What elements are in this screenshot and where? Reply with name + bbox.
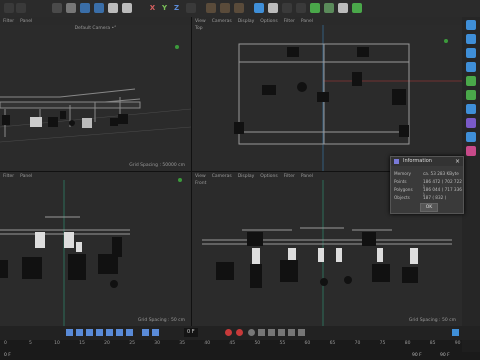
timeline-tick-label: 30 bbox=[154, 341, 160, 346]
timeline-tick-label: 40 bbox=[204, 341, 211, 346]
close-icon[interactable]: × bbox=[455, 158, 460, 165]
info-points-label: Points bbox=[394, 179, 407, 184]
deformer-icon[interactable] bbox=[310, 3, 320, 13]
recent-icon[interactable] bbox=[122, 3, 132, 13]
timeline-tick-label: 35 bbox=[179, 341, 186, 346]
info-memory-value: ca. 53 283 KByte bbox=[423, 171, 459, 176]
rotation-key-icon[interactable] bbox=[278, 329, 285, 336]
pen-icon[interactable] bbox=[268, 3, 278, 13]
frame-start-field[interactable]: 0 F bbox=[4, 353, 11, 358]
camera-icon[interactable] bbox=[338, 3, 348, 13]
info-icon bbox=[394, 159, 399, 164]
timeline-tick-label: 45 bbox=[229, 341, 236, 346]
render-settings-icon[interactable] bbox=[234, 3, 244, 13]
axis-mode-icon[interactable] bbox=[466, 104, 476, 114]
info-objects-value: 187 ( 832 ) bbox=[423, 195, 447, 200]
timeline-ruler[interactable]: 0 5 10 15 20 25 30 35 40 45 50 55 60 65 70 75 80 85 90 bbox=[0, 340, 462, 352]
animation-transport-bar: 0 F bbox=[0, 326, 480, 340]
object-mode-icon[interactable] bbox=[466, 20, 476, 30]
right-scene bbox=[0, 178, 182, 326]
tweak-mode-icon[interactable] bbox=[466, 118, 476, 128]
array-icon[interactable] bbox=[296, 3, 306, 13]
x-axis-toggle[interactable]: X bbox=[148, 3, 157, 13]
main-toolbar: X Y Z bbox=[0, 0, 480, 18]
perspective-grid-spacing: Grid Spacing : 50000 cm bbox=[129, 163, 185, 168]
right-grid-spacing: Grid Spacing : 50 cm bbox=[137, 318, 185, 323]
current-frame-field[interactable]: 0 F bbox=[184, 328, 198, 337]
param-key-icon[interactable] bbox=[288, 329, 295, 336]
snap-icon[interactable] bbox=[466, 132, 476, 142]
go-to-end-icon[interactable] bbox=[126, 329, 133, 336]
loop-icon[interactable] bbox=[142, 329, 149, 336]
key-selection-icon[interactable] bbox=[248, 329, 255, 336]
edges-mode-icon[interactable] bbox=[466, 48, 476, 58]
environment-icon[interactable] bbox=[324, 3, 334, 13]
point-level-key-icon[interactable] bbox=[298, 329, 305, 336]
light-icon[interactable] bbox=[352, 3, 362, 13]
frame-end-left-field[interactable]: 90 F bbox=[412, 353, 422, 358]
select-icon[interactable] bbox=[52, 3, 62, 13]
timeline-tick-label: 10 bbox=[54, 341, 60, 346]
info-objects-label: Objects bbox=[394, 195, 410, 200]
cube-icon[interactable] bbox=[254, 3, 264, 13]
texture-mode-icon[interactable] bbox=[466, 90, 476, 100]
timeline-tick-label: 90 bbox=[454, 341, 461, 346]
next-frame-icon[interactable] bbox=[106, 329, 113, 336]
previous-frame-icon[interactable] bbox=[86, 329, 93, 336]
info-polygons-label: Polygons bbox=[394, 187, 413, 192]
redo-icon[interactable] bbox=[16, 3, 26, 13]
front-grid-spacing: Grid Spacing : 50 cm bbox=[408, 318, 456, 323]
workplane-icon[interactable] bbox=[466, 146, 476, 156]
timeline-tick-label: 20 bbox=[104, 341, 110, 346]
uv-mode-icon[interactable] bbox=[466, 76, 476, 86]
previous-key-icon[interactable] bbox=[76, 329, 83, 336]
play-icon[interactable] bbox=[96, 329, 103, 336]
scale-key-icon[interactable] bbox=[268, 329, 275, 336]
right-tool-palette bbox=[462, 17, 480, 326]
timeline-tick-label: 55 bbox=[279, 341, 286, 346]
top-viewport[interactable]: View Cameras Display Options Filter Pane… bbox=[192, 17, 462, 171]
ok-button[interactable]: OK bbox=[420, 203, 438, 212]
subdivision-icon[interactable] bbox=[282, 3, 292, 13]
z-axis-toggle[interactable]: Z bbox=[172, 3, 181, 13]
info-memory-label: Memory bbox=[394, 171, 412, 176]
timeline-tick-label: 80 bbox=[404, 341, 411, 346]
information-dialog: Information × Memory ca. 53 283 KByte Po… bbox=[390, 156, 464, 214]
right-viewport[interactable]: Filter Panel Grid Spacing : 50 cm bbox=[0, 172, 191, 326]
position-key-icon[interactable] bbox=[258, 329, 265, 336]
timeline-tick-label: 15 bbox=[79, 341, 85, 346]
move-icon[interactable] bbox=[66, 3, 76, 13]
timeline-tick-label: 70 bbox=[354, 341, 361, 346]
timeline-tick-label: 25 bbox=[129, 341, 135, 346]
next-key-icon[interactable] bbox=[116, 329, 123, 336]
autokey-icon[interactable] bbox=[225, 329, 232, 336]
points-mode-icon[interactable] bbox=[466, 34, 476, 44]
polygons-mode-icon[interactable] bbox=[466, 62, 476, 72]
timeline-tick-label: 85 bbox=[429, 341, 436, 346]
y-axis-toggle[interactable]: Y bbox=[160, 3, 169, 13]
render-view-icon[interactable] bbox=[206, 3, 216, 13]
perspective-scene bbox=[0, 45, 191, 143]
timeline-menu-icon[interactable] bbox=[452, 329, 459, 336]
undo-icon[interactable] bbox=[4, 3, 14, 13]
status-bar: 0 F 90 F 90 F bbox=[0, 352, 480, 360]
timeline-tick-label: 75 bbox=[379, 341, 386, 346]
top-scene bbox=[234, 25, 462, 171]
timeline-tick-label: 50 bbox=[254, 341, 261, 346]
information-title: Information bbox=[391, 157, 463, 166]
go-to-start-icon[interactable] bbox=[66, 329, 73, 336]
timeline-tick-label: 5 bbox=[29, 341, 32, 346]
timeline-tick-label: 60 bbox=[304, 341, 311, 346]
coordinate-system-icon[interactable] bbox=[186, 3, 196, 13]
timeline-tick-label: 0 bbox=[4, 341, 7, 346]
scale-icon[interactable] bbox=[80, 3, 90, 13]
timeline-tick-label: 65 bbox=[329, 341, 336, 346]
render-picture-viewer-icon[interactable] bbox=[220, 3, 230, 13]
record-icon[interactable] bbox=[152, 329, 159, 336]
rotate-icon[interactable] bbox=[94, 3, 104, 13]
perspective-viewport[interactable]: Filter Panel Default Camera •° Grid Spac… bbox=[0, 17, 191, 171]
frame-end-right-field[interactable]: 90 F bbox=[440, 353, 450, 358]
live-select-icon[interactable] bbox=[108, 3, 118, 13]
keyframe-record-icon[interactable] bbox=[236, 329, 243, 336]
